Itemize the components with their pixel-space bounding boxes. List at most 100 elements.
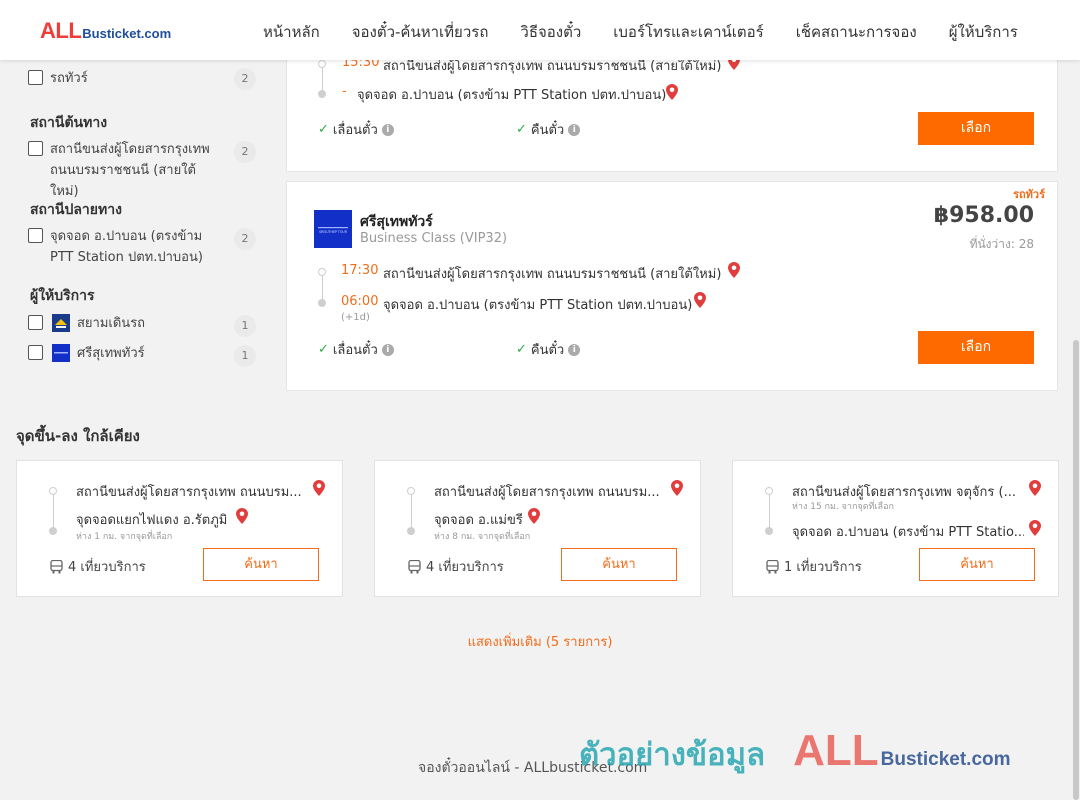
logo-busticket-text: Busticket.com [82,26,172,41]
departure-dot [765,487,773,495]
map-pin-icon[interactable] [236,508,248,524]
select-trip-button[interactable]: เลือก [918,112,1034,145]
bus-icon [50,559,63,573]
watermark-logo-all: ALL [793,726,879,775]
info-icon[interactable]: i [568,123,581,136]
timeline-line [322,65,323,93]
watermark: ตัวอย่างข้อมูล ALL Busticket.com [579,726,1011,779]
nearby-from-stop: สถานีขนส่งผู้โดยสารกรุงเทพ ถนนบรม... [76,485,302,500]
feature-label: เลื่อนตั๋ว [332,343,378,358]
filter-label: สยามเดินรถ [77,316,146,331]
nearby-to-stop: จุดจอด อ.แม่ขรี [434,513,523,528]
checkbox[interactable] [28,70,43,85]
nav-book-ticket[interactable]: จองตั๋ว-ค้นหาเที่ยวรถ [352,20,489,44]
map-pin-icon[interactable] [671,480,683,496]
nav-check-booking[interactable]: เช็คสถานะการจอง [796,20,917,44]
filter-count: 1 [234,345,256,367]
filter-label: สถานีขนส่งผู้โดยสารกรุงเทพ ถนนบรมราชชนนี… [50,142,210,199]
site-logo[interactable]: ALL Busticket.com [40,18,171,44]
nearby-to-stop: จุดจอด อ.ปาบอน (ตรงข้าม PTT Statio... [792,525,1024,540]
feature-label: คืนตั๋ว [530,343,565,358]
bus-class: Business Class (VIP32) [360,231,508,246]
distance-note: ห่าง 8 กม. จากจุดที่เลือก [434,532,531,542]
departure-time: 17:30 [341,263,379,278]
info-icon[interactable]: i [568,343,581,356]
map-pin-icon[interactable] [728,262,740,278]
trip-count-label: 1 เที่ยวบริการ [784,560,862,575]
nav-phone-counters[interactable]: เบอร์โทรและเคาน์เตอร์ [613,20,763,44]
filter-origin[interactable]: สถานีขนส่งผู้โดยสารกรุงเทพ ถนนบรมราชชนนี… [28,139,256,202]
feature-refund: ✓ คืนตั๋ว i [516,119,581,140]
feature-label: เลื่อนตั๋ว [332,123,378,138]
origin-filter-title: สถานีต้นทาง [30,115,108,131]
arrival-time: - [342,84,347,99]
logo-all-text: ALL [40,18,82,43]
nav-operators[interactable]: ผู้ให้บริการ [949,20,1018,44]
filter-operator-siam[interactable]: สยามเดินรถ 1 [28,313,256,337]
next-day-indicator: (+1d) [341,312,370,323]
check-icon: ✓ [318,122,329,137]
filter-label: ศรีสุเทพทัวร์ [77,346,145,361]
filter-count: 2 [234,228,256,250]
check-icon: ✓ [318,342,329,357]
timeline-line [411,493,412,531]
filter-bus-type[interactable]: รถทัวร์ 2 [28,68,256,90]
select-trip-button[interactable]: เลือก [918,331,1034,364]
watermark-logo-rest: Busticket.com [880,749,1011,770]
show-more-link[interactable]: แสดงเพิ่มเติม (5 รายการ) [0,631,1080,652]
nearby-from-stop: สถานีขนส่งผู้โดยสารกรุงเทพ ถนนบรม... [434,485,660,500]
map-pin-icon[interactable] [528,508,540,524]
departure-dot [318,60,326,68]
operator-filter-title: ผู้ให้บริการ [30,288,95,304]
nearby-search-button[interactable]: ค้นหา [561,548,677,581]
departure-stop: สถานีขนส่งผู้โดยสารกรุงเทพ ถนนบรมราชชนนี… [383,267,722,282]
map-pin-icon[interactable] [694,292,706,308]
checkbox[interactable] [28,315,43,330]
nearby-search-button[interactable]: ค้นหา [203,548,319,581]
watermark-text: ตัวอย่างข้อมูล [579,737,766,773]
operator-name: ศรีสุเทพทัวร์ [360,214,433,230]
nearby-card: สถานีขนส่งผู้โดยสารกรุงเทพ ถนนบรม... จุด… [16,460,343,597]
map-pin-icon[interactable] [1029,480,1041,496]
info-icon[interactable]: i [381,343,394,356]
checkbox[interactable] [28,228,43,243]
check-icon: ✓ [516,122,527,137]
checkbox[interactable] [28,141,43,156]
nav-home[interactable]: หน้าหลัก [263,20,320,44]
scrollbar-thumb[interactable] [1073,340,1079,800]
trip-count-label: 4 เที่ยวบริการ [426,560,504,575]
trip-count: 1 เที่ยวบริการ [766,556,862,577]
filter-label: จุดจอด อ.ปาบอน (ตรงข้าม PTT Station ปตท.… [50,229,203,265]
feature-reschedule: ✓ เลื่อนตั๋ว i [318,119,394,140]
distance-note: ห่าง 15 กม. จากจุดที่เลือก [792,502,894,512]
map-pin-icon[interactable] [1029,520,1041,536]
timeline-line [769,493,770,531]
nearby-search-button[interactable]: ค้นหา [919,548,1035,581]
checkbox[interactable] [28,345,43,360]
map-pin-icon[interactable] [666,84,678,100]
nav-how-to-book[interactable]: วิธีจองตั๋ว [520,20,581,44]
feature-label: คืนตั๋ว [530,123,565,138]
filter-label: รถทัวร์ [50,71,88,86]
filter-destination[interactable]: จุดจอด อ.ปาบอน (ตรงข้าม PTT Station ปตท.… [28,226,256,268]
ticket-price: ฿958.00 [933,203,1034,228]
operator-logo: SRISUTHEP TOUR [314,210,352,248]
departure-dot [318,268,326,276]
filter-count: 2 [234,68,256,90]
departure-dot [407,487,415,495]
map-pin-icon[interactable] [313,480,325,496]
trip-count: 4 เที่ยวบริการ [50,556,146,577]
arrival-stop: จุดจอด อ.ปาบอน (ตรงข้าม PTT Station ปตท.… [383,298,693,313]
filter-count: 1 [234,315,256,337]
nearby-card: สถานีขนส่งผู้โดยสารกรุงเทพ ถนนบรม... จุด… [374,460,701,597]
feature-reschedule: ✓ เลื่อนตั๋ว i [318,339,394,360]
top-header: ALL Busticket.com หน้าหลัก จองตั๋ว-ค้นหา… [0,0,1080,60]
nearby-to-stop: จุดจอดแยกไฟแดง อ.รัตภูมิ [76,513,228,528]
main-nav: หน้าหลัก จองตั๋ว-ค้นหาเที่ยวรถ วิธีจองตั… [263,20,1050,44]
departure-dot [49,487,57,495]
filter-operator-srisuthep[interactable]: ศรีสุเทพทัวร์ 1 [28,343,256,367]
page-scrollbar[interactable] [1072,60,1080,800]
destination-filter-title: สถานีปลายทาง [30,202,122,218]
distance-note: ห่าง 1 กม. จากจุดที่เลือก [76,532,173,542]
info-icon[interactable]: i [381,123,394,136]
